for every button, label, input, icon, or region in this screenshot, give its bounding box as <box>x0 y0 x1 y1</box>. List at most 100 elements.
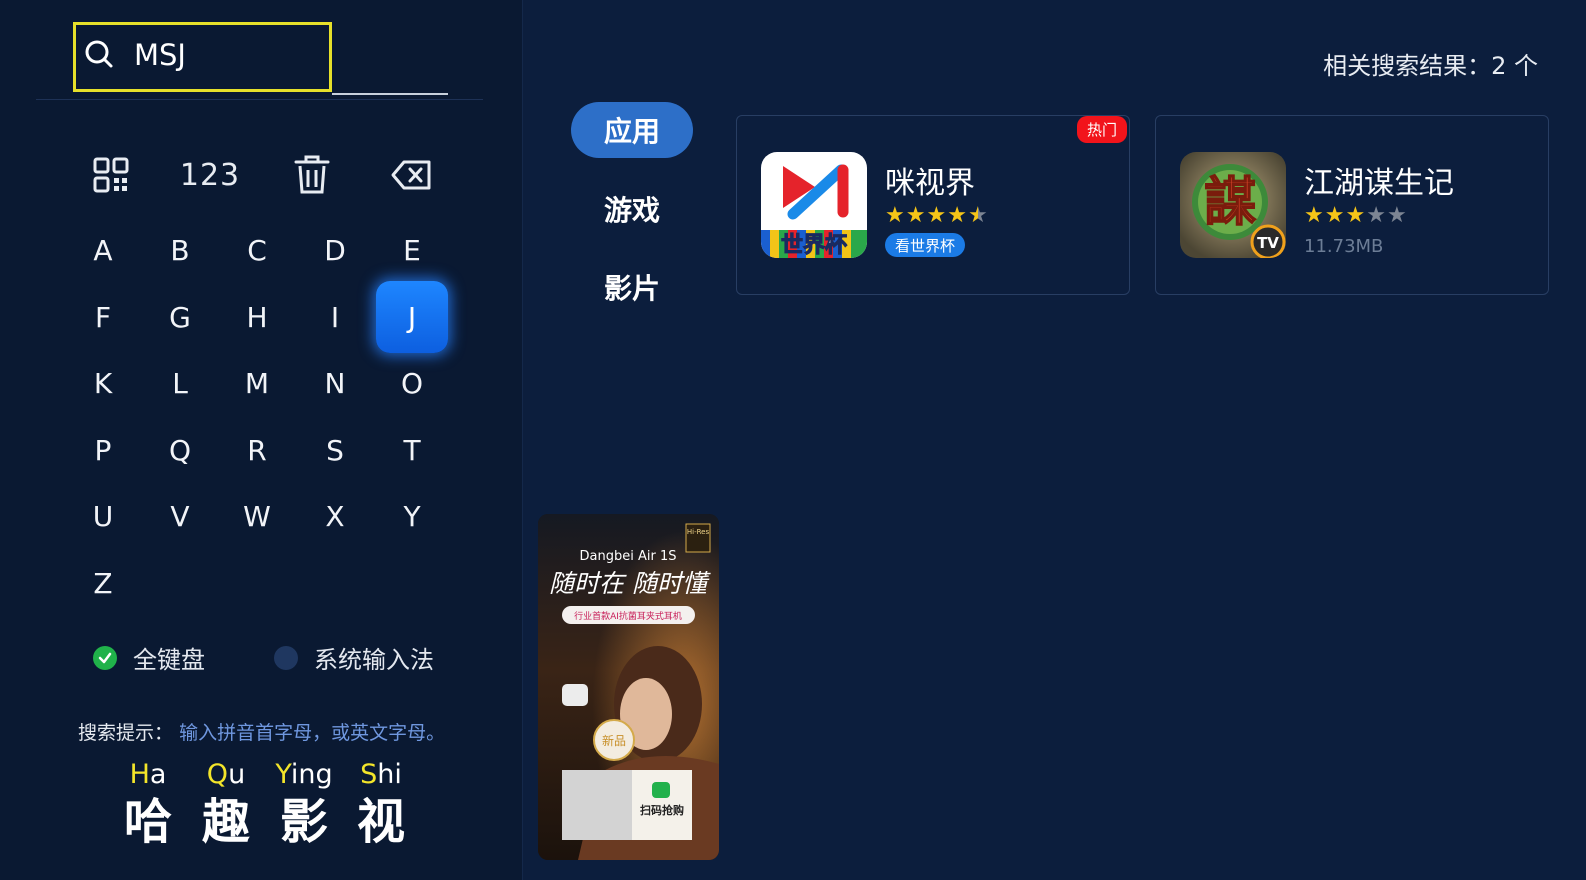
rating-stars: ★ ★ ★ ★ ★ <box>885 204 989 228</box>
brand-char: Ying 影 <box>268 758 340 852</box>
jianghu-app-icon: 謀 TV <box>1180 152 1286 258</box>
key-x[interactable]: X <box>299 480 371 552</box>
brand-hanzi: 哈 <box>123 794 172 850</box>
star-empty-icon: ★ <box>1386 203 1407 228</box>
radio-icon <box>274 645 298 670</box>
key-o[interactable]: O <box>376 347 448 419</box>
app-name: 江湖谋生记 <box>1304 166 1454 201</box>
app-card-mishijie[interactable]: 热门 世界杯 咪视界 ★ ★ ★ ★ ★ 看世界杯 <box>736 115 1130 295</box>
star-icon: ★ <box>1304 203 1324 228</box>
key-g[interactable]: G <box>144 281 216 353</box>
tab-movies[interactable]: 影片 <box>571 259 693 315</box>
tab-games[interactable]: 游戏 <box>571 181 693 237</box>
hint-text: 输入拼音首字母，或英文字母。 <box>179 722 446 744</box>
brand-hanzi: 趣 <box>201 794 250 850</box>
key-i[interactable]: I <box>299 281 371 353</box>
hot-badge: 热门 <box>1076 116 1127 143</box>
key-l[interactable]: L <box>144 347 216 419</box>
key-z[interactable]: Z <box>67 547 139 619</box>
keyboard-panel: MSJ 123 A B C D E F G H I J K L M N O P … <box>0 0 523 880</box>
star-icon: ★ <box>905 203 926 228</box>
key-m[interactable]: M <box>221 347 293 419</box>
key-j[interactable]: J <box>376 281 448 353</box>
brand-char: Shi 视 <box>345 758 417 852</box>
rating-stars: ★ ★ ★ ★ ★ <box>1304 204 1408 228</box>
key-v[interactable]: V <box>144 480 216 552</box>
key-u[interactable]: U <box>67 480 139 552</box>
mode-label: 全键盘 <box>133 646 205 674</box>
app-tag: 看世界杯 <box>885 233 966 257</box>
key-r[interactable]: R <box>221 414 293 486</box>
check-icon <box>93 645 117 670</box>
result-count: 相关搜索结果：2 个 <box>1323 52 1538 80</box>
star-icon: ★ <box>1324 203 1345 228</box>
qr-code-icon <box>93 157 129 193</box>
numbers-label: 123 <box>179 157 241 193</box>
key-p[interactable]: P <box>67 414 139 486</box>
clear-button[interactable] <box>290 150 334 200</box>
key-q[interactable]: Q <box>144 414 216 486</box>
pinyin-initial: S <box>360 759 378 790</box>
brand-hanzi: 影 <box>279 794 328 850</box>
app-card-jianghu[interactable]: 謀 TV 江湖谋生记 ★ ★ ★ ★ ★ 11.73MB <box>1155 115 1549 295</box>
ad-new-badge: 新品 <box>602 733 626 748</box>
brand-char: Ha 哈 <box>112 758 184 852</box>
pinyin-rest: a <box>149 759 167 790</box>
star-icon: ★ <box>885 203 905 228</box>
pinyin-rest: u <box>228 759 246 790</box>
pinyin-initial: Y <box>275 759 291 790</box>
pinyin-rest: hi <box>377 759 402 790</box>
star-icon: ★ <box>947 203 967 228</box>
mode-system-ime[interactable]: 系统输入法 <box>274 640 434 675</box>
ad-headline: 随时在 随时懂 <box>549 569 711 598</box>
divider <box>36 99 483 100</box>
ad-brand: Dangbei Air 1S <box>580 549 677 564</box>
search-query: MSJ <box>134 38 186 72</box>
key-e[interactable]: E <box>376 214 448 286</box>
key-y[interactable]: Y <box>376 480 448 552</box>
mishijie-app-icon: 世界杯 <box>761 152 867 258</box>
tab-apps[interactable]: 应用 <box>571 102 693 158</box>
app-size: 11.73MB <box>1304 236 1384 257</box>
search-hint: 搜索提示： 输入拼音首字母，或英文字母。 <box>78 718 445 745</box>
key-f[interactable]: F <box>67 281 139 353</box>
key-s[interactable]: S <box>299 414 371 486</box>
brand-hanzi: 视 <box>356 794 405 850</box>
key-b[interactable]: B <box>144 214 216 286</box>
search-icon <box>85 40 113 68</box>
pinyin-initial: Q <box>206 759 229 790</box>
ad-qr-label: 扫码抢购 <box>640 803 684 817</box>
star-half-icon: ★ <box>967 203 988 228</box>
star-icon: ★ <box>1345 203 1366 228</box>
search-underline <box>332 93 448 95</box>
hires-label: Hi-Res <box>687 528 710 536</box>
key-w[interactable]: W <box>221 480 293 552</box>
mishijie-icon-text: 世界杯 <box>781 233 847 258</box>
key-c[interactable]: C <box>221 214 293 286</box>
key-n[interactable]: N <box>299 347 371 419</box>
search-input[interactable]: MSJ <box>73 22 332 92</box>
trash-icon <box>294 155 330 194</box>
key-d[interactable]: D <box>299 214 371 286</box>
mode-label: 系统输入法 <box>314 646 434 674</box>
pinyin-rest: ing <box>290 759 333 790</box>
jianghu-icon-text: 謀 <box>1204 172 1256 233</box>
mode-full-keyboard[interactable]: 全键盘 <box>93 640 205 675</box>
svg-text:TV: TV <box>1257 234 1279 252</box>
ad-banner[interactable]: Hi-Res Dangbei Air 1S 随时在 随时懂 行业首款AI抗菌耳夹… <box>538 514 719 860</box>
key-a[interactable]: A <box>67 214 139 286</box>
star-icon: ★ <box>926 203 947 228</box>
brand-char: Qu 趣 <box>190 758 262 852</box>
backspace-button[interactable] <box>388 150 434 200</box>
numbers-button[interactable]: 123 <box>180 150 240 200</box>
ad-subline: 行业首款AI抗菌耳夹式耳机 <box>574 610 682 622</box>
qr-code-button[interactable] <box>88 150 134 200</box>
results-panel: 相关搜索结果：2 个 应用 游戏 影片 热门 世界杯 咪视界 ★ ★ ★ ★ ★… <box>523 0 1586 880</box>
key-h[interactable]: H <box>221 281 293 353</box>
hint-label: 搜索提示： <box>78 722 174 744</box>
star-empty-icon: ★ <box>1366 203 1386 228</box>
backspace-icon <box>391 160 431 190</box>
key-k[interactable]: K <box>67 347 139 419</box>
key-t[interactable]: T <box>376 414 448 486</box>
pinyin-initial: H <box>129 759 150 790</box>
